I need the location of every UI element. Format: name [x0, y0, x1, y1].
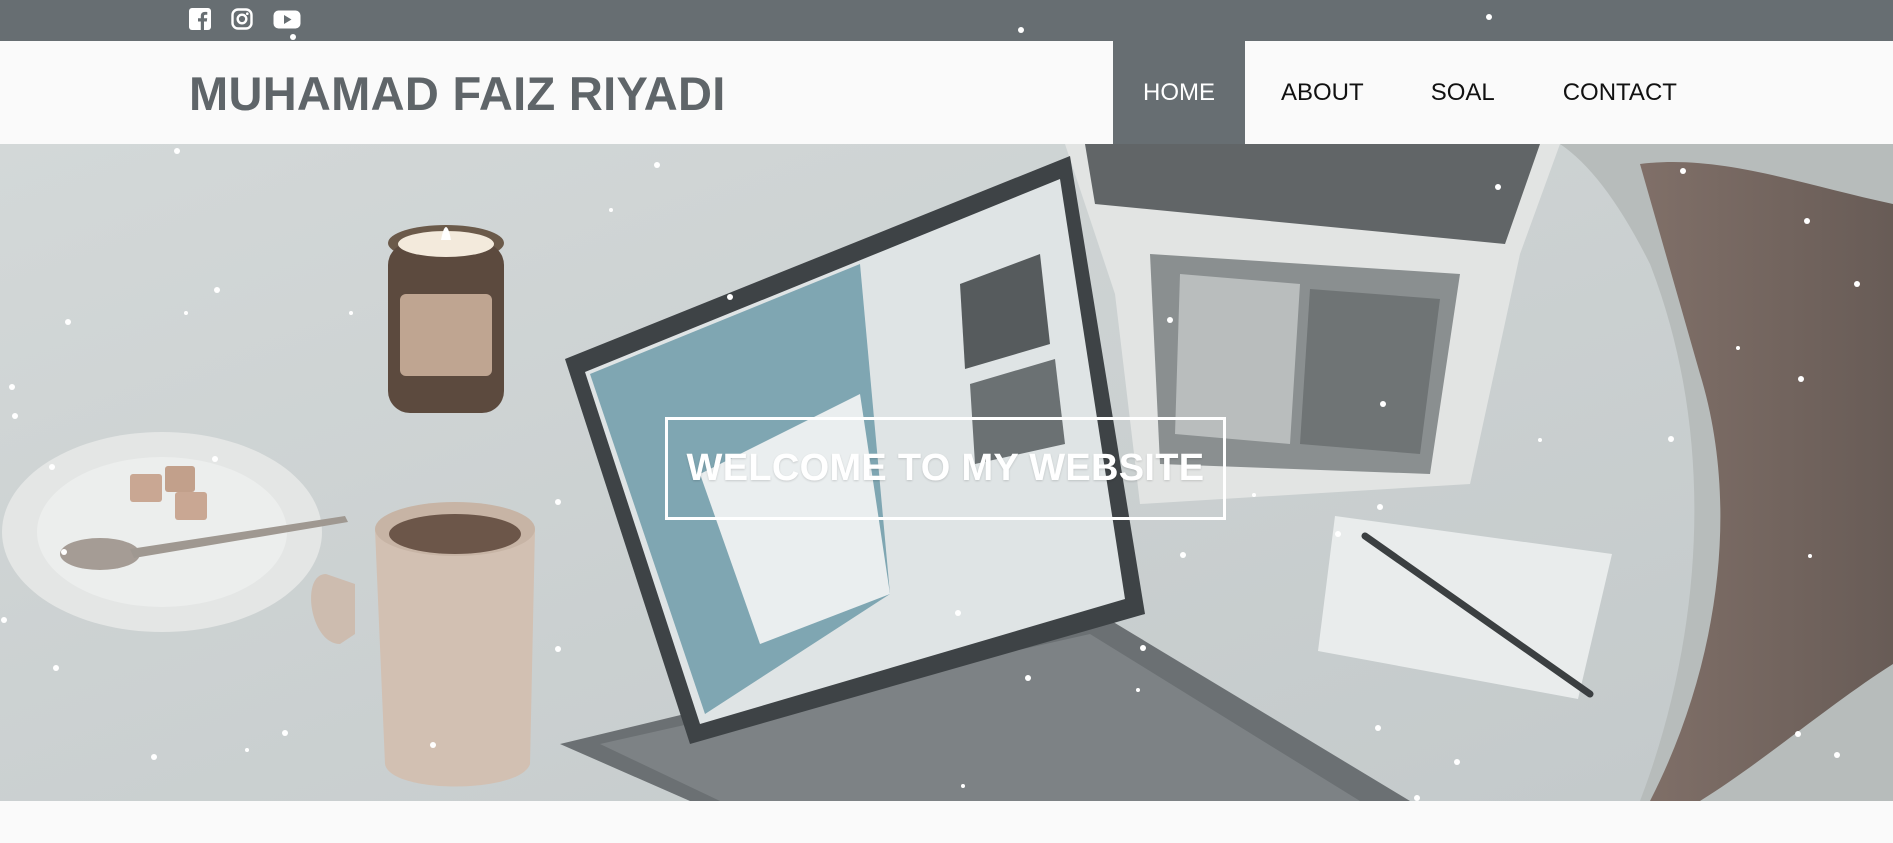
social-links [189, 8, 301, 32]
nav-home[interactable]: HOME [1113, 41, 1245, 144]
hero-banner: WELCOME TO MY WEBSITE [0, 144, 1893, 801]
facebook-icon[interactable] [189, 8, 215, 32]
instagram-icon[interactable] [231, 8, 257, 32]
main-nav: HOME ABOUT SOAL CONTACT [1113, 41, 1677, 144]
top-bar [0, 0, 1893, 41]
nav-about[interactable]: ABOUT [1281, 41, 1364, 144]
nav-soal[interactable]: SOAL [1431, 41, 1495, 144]
content-strip [0, 801, 1893, 843]
youtube-icon[interactable] [273, 8, 301, 32]
nav-contact[interactable]: CONTACT [1563, 41, 1677, 144]
welcome-heading: WELCOME TO MY WEBSITE [665, 417, 1226, 520]
site-logo[interactable]: MUHAMAD FAIZ RIYADI [189, 66, 726, 121]
site-header: MUHAMAD FAIZ RIYADI HOME ABOUT SOAL CONT… [0, 41, 1893, 144]
